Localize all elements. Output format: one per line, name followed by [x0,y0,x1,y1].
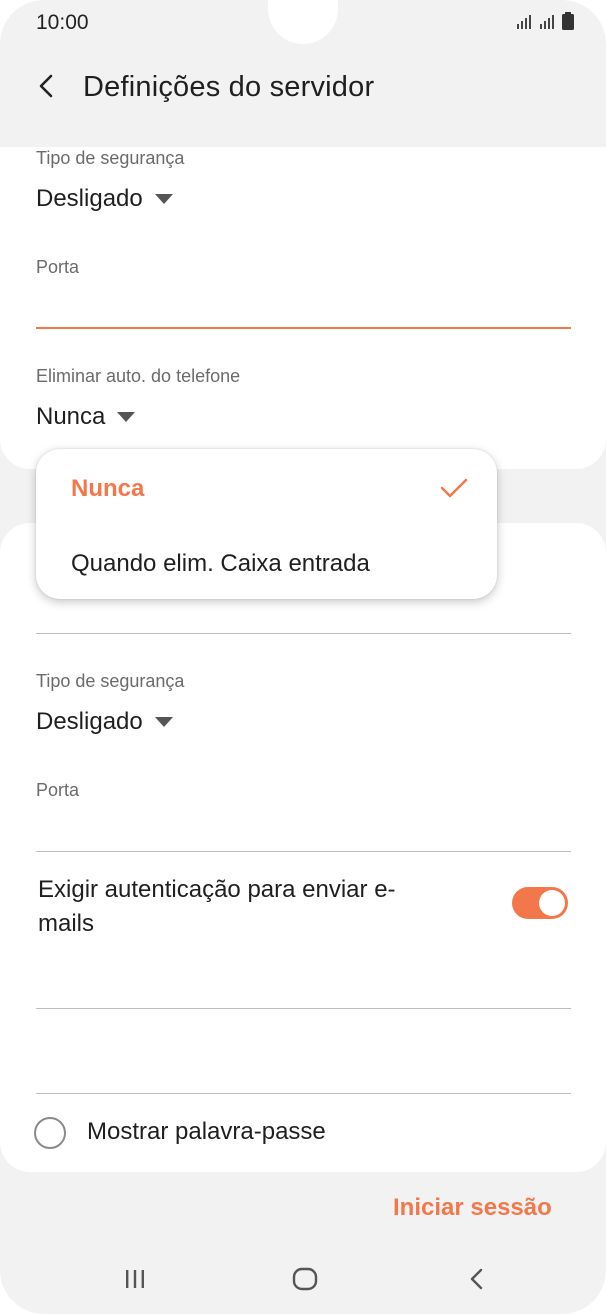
back-arrow-icon[interactable] [32,71,62,101]
outgoing-security-label: Tipo de segurança [36,671,185,691]
outgoing-server-card: Tipo de segurança Desligado Porta [0,523,606,1172]
dropdown-caret-icon [117,412,136,422]
option-never[interactable]: Nunca [71,475,144,503]
camera-notch [268,0,338,44]
incoming-security-value: Desligado [36,185,143,212]
status-icons [516,12,574,30]
outgoing-port-underline [36,851,571,852]
option-when-deleted-inbox[interactable]: Quando elim. Caixa entrada [71,550,370,578]
status-bar: 10:00 [0,0,606,50]
checkmark-icon [440,478,468,498]
auto-delete-dropdown[interactable]: Nunca [36,403,136,431]
home-icon[interactable] [290,1264,320,1294]
outgoing-security-dropdown[interactable]: Desligado [36,708,173,736]
auto-delete-options-popup: Nunca Quando elim. Caixa entrada [36,449,497,599]
battery-icon [562,12,574,30]
incoming-security-dropdown[interactable]: Desligado [36,185,173,213]
app-header: Definições do servidor [0,55,606,125]
field-underline [36,1093,571,1094]
outgoing-security-value: Desligado [36,708,143,735]
show-password-label: Mostrar palavra-passe [87,1118,326,1145]
navigation-bar [0,1250,606,1314]
auto-delete-value: Nunca [36,403,106,430]
dropdown-caret-icon [154,194,173,204]
incoming-security-label: Tipo de segurança [36,148,185,168]
require-auth-toggle[interactable] [512,887,568,919]
require-auth-label: Exigir autenticação para enviar e-mails [38,876,396,937]
phone-screen: 10:00 Definições do servidor Tipo de seg… [0,0,606,1314]
field-underline [36,1008,571,1009]
signal-2-icon [540,15,554,29]
login-button[interactable]: Iniciar sessão [393,1194,552,1222]
outgoing-port-label: Porta [36,780,80,800]
incoming-port-label: Porta [36,257,80,277]
toggle-knob [539,890,565,916]
status-time: 10:00 [36,11,89,34]
auto-delete-label: Eliminar auto. do telefone [36,366,241,386]
dropdown-caret-icon [154,717,173,727]
recent-apps-icon[interactable] [120,1264,150,1294]
incoming-port-underline [36,327,571,329]
incoming-server-card: Tipo de segurança Desligado Porta Elimin… [0,147,606,469]
signal-1-icon [517,15,531,29]
field-underline [36,633,571,634]
back-icon[interactable] [462,1264,492,1294]
page-title: Definições do servidor [83,71,375,103]
show-password-checkbox[interactable] [34,1117,66,1149]
